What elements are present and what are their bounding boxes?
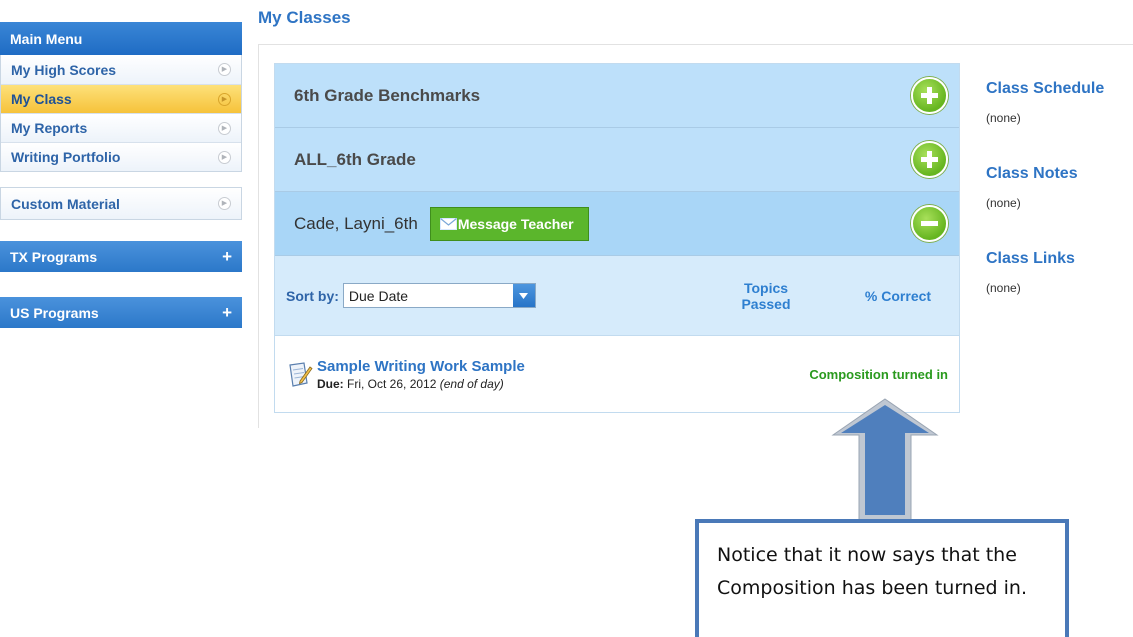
annotation-callout: Notice that it now says that the Composi… xyxy=(695,519,1069,637)
chevron-right-icon: ▶ xyxy=(218,63,231,76)
page-title: My Classes xyxy=(258,8,351,27)
content-left-divider xyxy=(258,44,259,428)
topics-line-1: Topics xyxy=(743,279,789,296)
sidebar-item-writing-portfolio[interactable]: Writing Portfolio ▶ xyxy=(1,142,241,171)
class-info-panel: Class Schedule (none) Class Notes (none)… xyxy=(986,80,1133,295)
sidebar-item-label: My Class xyxy=(11,91,72,107)
tx-programs-button[interactable]: TX Programs + xyxy=(0,241,242,272)
sort-selected-value: Due Date xyxy=(348,287,409,304)
class-row-6th-grade-benchmarks[interactable]: 6th Grade Benchmarks xyxy=(275,64,959,128)
sort-bar: Sort by: Due Date Topics Passed % Correc… xyxy=(275,256,959,336)
chevron-right-icon: ▶ xyxy=(218,197,231,210)
sidebar-item-my-high-scores[interactable]: My High Scores ▶ xyxy=(1,55,241,84)
assignment-status: Composition turned in xyxy=(809,366,948,382)
assignment-due: Due: Fri, Oct 26, 2012 (end of day) xyxy=(317,377,525,391)
class-name: 6th Grade Benchmarks xyxy=(294,85,481,105)
expand-plus-icon[interactable] xyxy=(911,77,948,114)
class-links-value: (none) xyxy=(986,281,1021,295)
class-schedule-value: (none) xyxy=(986,111,1021,125)
collapse-minus-icon[interactable] xyxy=(911,205,948,242)
sidebar-item-label: Custom Material xyxy=(11,195,120,212)
class-notes-block: Class Notes (none) xyxy=(986,165,1133,210)
class-notes-title: Class Notes xyxy=(986,165,1078,182)
class-name: Cade, Layni_6th xyxy=(294,213,418,233)
custom-material-group: Custom Material ▶ xyxy=(0,187,242,220)
class-notes-value: (none) xyxy=(986,196,1021,210)
main-menu-group: My High Scores ▶ My Class ▶ My Reports ▶… xyxy=(0,55,242,172)
assignment-info: Sample Writing Work Sample Due: Fri, Oct… xyxy=(317,358,525,391)
expand-plus-icon[interactable] xyxy=(911,141,948,178)
class-row-cade-layni-6th[interactable]: Cade, Layni_6th Message Teacher xyxy=(275,192,959,256)
sidebar-item-my-class[interactable]: My Class ▶ xyxy=(1,84,241,113)
sidebar-item-my-reports[interactable]: My Reports ▶ xyxy=(1,113,241,142)
writing-document-icon xyxy=(289,361,313,387)
sidebar-item-label: My Reports xyxy=(11,120,88,136)
us-programs-label: US Programs xyxy=(10,304,99,321)
sidebar-item-label: Writing Portfolio xyxy=(11,149,121,165)
main-menu-sidebar: Main Menu My High Scores ▶ My Class ▶ My… xyxy=(0,22,242,328)
sort-label: Sort by: xyxy=(286,287,339,304)
annotation-line-1: Notice that it now says that the xyxy=(717,544,1017,566)
tx-programs-label: TX Programs xyxy=(10,248,98,265)
topics-line-2: Passed xyxy=(741,295,791,312)
message-teacher-button[interactable]: Message Teacher xyxy=(429,206,589,241)
class-row-all-6th-grade[interactable]: ALL_6th Grade xyxy=(275,128,959,192)
class-links-title: Class Links xyxy=(986,250,1075,267)
class-name: ALL_6th Grade xyxy=(294,149,416,169)
sidebar-item-custom-material[interactable]: Custom Material ▶ xyxy=(1,188,241,219)
sidebar-item-label: My High Scores xyxy=(11,61,117,78)
class-links-block: Class Links (none) xyxy=(986,250,1133,295)
chevron-down-icon xyxy=(512,284,535,307)
classes-accordion: 6th Grade Benchmarks ALL_6th Grade Cade,… xyxy=(274,63,960,413)
due-note: (end of day) xyxy=(439,376,504,391)
annotation-arrow-up-icon xyxy=(831,398,939,522)
envelope-icon xyxy=(439,217,457,230)
due-date: Fri, Oct 26, 2012 xyxy=(347,376,437,391)
chevron-right-icon: ▶ xyxy=(218,121,231,135)
plus-icon: + xyxy=(222,302,232,322)
class-schedule-title: Class Schedule xyxy=(986,80,1105,97)
column-header-topics-passed[interactable]: Topics Passed xyxy=(732,280,800,312)
message-teacher-label: Message Teacher xyxy=(457,215,574,232)
chevron-right-icon: ▶ xyxy=(218,92,231,106)
sort-by-select[interactable]: Due Date xyxy=(342,283,536,308)
main-menu-header: Main Menu xyxy=(0,22,242,55)
us-programs-button[interactable]: US Programs + xyxy=(0,297,242,328)
annotation-line-2: Composition has been turned in. xyxy=(717,577,1028,599)
title-divider xyxy=(258,44,1133,45)
assignment-title-link[interactable]: Sample Writing Work Sample xyxy=(317,358,525,375)
chevron-right-icon: ▶ xyxy=(218,150,231,164)
due-label: Due: xyxy=(317,376,344,391)
column-header-percent-correct[interactable]: % Correct xyxy=(848,288,948,304)
plus-icon: + xyxy=(222,246,232,266)
class-schedule-block: Class Schedule (none) xyxy=(986,80,1133,125)
